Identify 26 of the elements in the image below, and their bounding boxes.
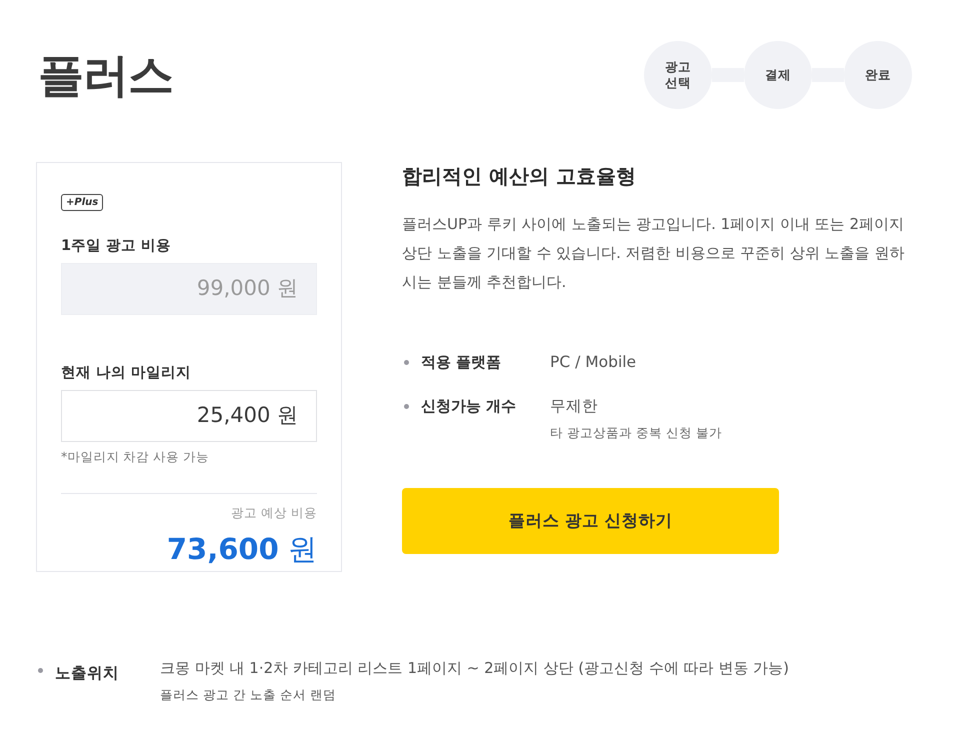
spec-note: 타 광고상품과 중복 신청 불가: [550, 424, 722, 442]
step-circle: 광고 선택: [644, 41, 712, 109]
spec-value: 무제한: [550, 396, 599, 417]
step-circle: 완료: [844, 41, 912, 109]
placement-value: 크몽 마켓 내 1·2차 카테고리 리스트 1페이지 ~ 2페이지 상단 (광고신청 수에 따라 변동 가능): [160, 658, 789, 679]
spec-label: 적용 플랫폼: [421, 352, 502, 373]
total-label: 광고 예상 비용: [230, 504, 317, 522]
step-circle: 결제: [744, 41, 812, 109]
price-field: 99,000 원: [61, 263, 317, 315]
plus-badge: +Plus: [61, 194, 104, 211]
bullet-dot-icon: [404, 360, 409, 365]
product-description: 플러스UP과 루키 사이에 노출되는 광고입니다. 1페이지 이내 또는 2페이지 상단 노출을 기대할 수 있습니다. 저렴한 비용으로 꾸준히 상위 노출을 원하시는 분들께 추천합니다.: [402, 214, 906, 293]
apply-button[interactable]: 플러스 광고 신청하기: [402, 488, 779, 554]
field-label: 현재 나의 마일리지: [61, 364, 192, 383]
bullet-dot-icon: [38, 668, 43, 673]
field-note: *마일리지 차감 사용 가능: [61, 448, 210, 466]
spec-value: PC / Mobile: [550, 352, 636, 373]
spec-label: 신청가능 개수: [421, 396, 518, 417]
placement-label: 노출위치: [55, 663, 120, 684]
field-label: 1주일 광고 비용: [61, 237, 172, 256]
total-amount: 73,600 원: [166, 530, 317, 568]
mileage-field[interactable]: 25,400 원: [61, 390, 317, 442]
bullet-dot-icon: [404, 404, 409, 409]
page-title: 플러스: [37, 52, 173, 98]
placement-note: 플러스 광고 간 노출 순서 랜덤: [160, 686, 337, 704]
product-heading: 합리적인 예산의 고효율형: [402, 163, 637, 190]
